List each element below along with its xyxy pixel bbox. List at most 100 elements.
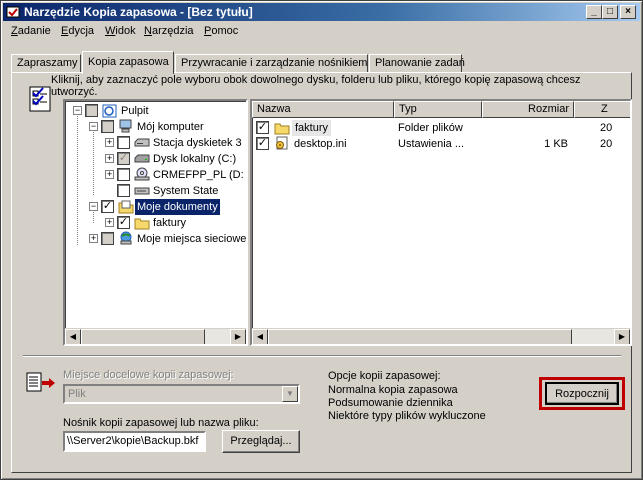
cd-drive-icon xyxy=(134,167,150,181)
menu-pomoc-rest: omoc xyxy=(211,25,239,37)
options-title: Opcje kopii zapasowej: xyxy=(328,370,441,382)
menu-edycja[interactable]: Edycja xyxy=(61,25,94,37)
pulpit-checkbox[interactable] xyxy=(85,104,98,117)
backup-window: Narzędzie Kopia zapasowa - [Bez tytułu] … xyxy=(0,0,643,480)
destination-value: Plik xyxy=(68,388,86,400)
expand-icon[interactable]: + xyxy=(105,138,114,147)
my-documents-checkbox[interactable]: ✓ xyxy=(101,200,114,213)
folder-tree[interactable]: − Pulpit − Mój komputer + Stacja dyskiet… xyxy=(63,99,248,346)
tree-item-pulpit[interactable]: − Pulpit xyxy=(65,103,245,119)
file-name: desktop.ini xyxy=(294,138,347,150)
tree-item-label: Stacja dyskietek 3 xyxy=(153,137,242,149)
floppy-drive-icon xyxy=(134,138,150,147)
file-list[interactable]: Nazwa Typ Rozmiar Z ✓ faktury Folder pli… xyxy=(250,99,632,346)
menu-pomoc[interactable]: Pomoc xyxy=(204,25,238,37)
destination-label: Miejsce docelowe kopii zapasowej: xyxy=(63,369,234,381)
tab-zapraszamy[interactable]: Zapraszamy xyxy=(11,54,81,73)
backup-destination-icon xyxy=(26,372,55,392)
scrollbar-thumb[interactable] xyxy=(268,329,572,344)
tab-kopia-zapasowa[interactable]: Kopia zapasowa xyxy=(82,51,174,74)
tree-item-label: Moje miejsca sieciowe xyxy=(137,233,247,245)
list-horizontal-scrollbar[interactable]: ◀ ▶ xyxy=(252,328,630,344)
menu-zadanie[interactable]: Zadanie xyxy=(11,25,51,37)
option-line: Podsumowanie dziennika xyxy=(328,397,453,409)
tree-item-label: CRMEFPP_PL (D: xyxy=(153,169,244,181)
window-title: Narzędzie Kopia zapasowa - [Bez tytułu] xyxy=(24,5,253,19)
scroll-left-icon[interactable]: ◀ xyxy=(252,329,268,344)
collapse-icon[interactable]: − xyxy=(73,106,82,115)
tree-item-faktury[interactable]: + ✓ faktury xyxy=(65,215,245,231)
floppy-checkbox[interactable] xyxy=(117,136,130,149)
menu-narzedzia[interactable]: Narzędzia xyxy=(144,25,194,37)
tree-horizontal-scrollbar[interactable]: ◀ ▶ xyxy=(65,328,246,344)
expand-icon[interactable]: + xyxy=(89,234,98,243)
minimize-button[interactable]: _ xyxy=(586,5,602,19)
scroll-right-icon[interactable]: ▶ xyxy=(230,329,246,344)
local-disk-checkbox[interactable]: ✓ xyxy=(117,152,130,165)
tree-item-label: Mój komputer xyxy=(137,121,204,133)
tree-item-label-selected: Moje dokumenty xyxy=(134,198,221,216)
tree-item-label: faktury xyxy=(153,217,187,229)
title-bar[interactable]: Narzędzie Kopia zapasowa - [Bez tytułu] … xyxy=(3,3,640,21)
file-checkbox[interactable]: ✓ xyxy=(256,121,269,134)
collapse-icon[interactable]: − xyxy=(89,202,98,211)
tree-item-my-computer[interactable]: − Mój komputer xyxy=(65,119,245,135)
column-header-modified[interactable]: Z xyxy=(574,101,630,118)
tab-przywracanie[interactable]: Przywracanie i zarządzanie nośnikiem xyxy=(175,54,368,73)
file-modified: 20 xyxy=(600,138,613,150)
faktury-checkbox[interactable]: ✓ xyxy=(117,216,130,229)
my-computer-checkbox[interactable] xyxy=(101,120,114,133)
scroll-left-icon[interactable]: ◀ xyxy=(65,329,81,344)
tab-planowanie[interactable]: Planowanie zadań xyxy=(369,54,465,73)
menu-edycja-rest: dycja xyxy=(68,25,95,37)
media-path-input[interactable]: \\Server2\kopie\Backup.bkf xyxy=(63,431,206,452)
menu-narzedzia-rest: arzędzia xyxy=(151,25,194,37)
file-checkbox[interactable]: ✓ xyxy=(256,137,269,150)
file-type: Folder plików xyxy=(398,122,463,134)
computer-icon xyxy=(119,119,132,133)
scrollbar-thumb[interactable] xyxy=(81,329,205,344)
instruction-text: Kliknij, aby zaznaczyć pole wyboru obok … xyxy=(51,74,581,98)
menu-widok[interactable]: Widok xyxy=(105,25,136,37)
chevron-down-icon[interactable]: ▼ xyxy=(282,386,298,402)
ini-file-icon xyxy=(276,136,288,150)
tree-item-local-disk[interactable]: + ✓ Dysk lokalny (C:) xyxy=(65,151,246,167)
tree-item-label: Pulpit xyxy=(121,105,149,117)
tree-item-cd-drive[interactable]: + CRMEFPP_PL (D: xyxy=(65,167,246,183)
hard-drive-icon xyxy=(134,154,150,163)
expand-icon[interactable]: + xyxy=(105,218,114,227)
expand-icon[interactable]: + xyxy=(105,170,114,179)
folder-icon xyxy=(134,218,150,230)
file-row[interactable]: ✓ faktury Folder plików 20 xyxy=(252,120,630,136)
collapse-icon[interactable]: − xyxy=(89,122,98,131)
maximize-button[interactable]: □ xyxy=(602,5,618,19)
menu-zadanie-rest: adanie xyxy=(17,25,51,37)
network-places-icon xyxy=(120,231,132,245)
menu-bar: Zadanie Edycja Widok Narzędzia Pomoc xyxy=(3,22,640,41)
file-row[interactable]: ✓ desktop.ini Ustawienia ... 1 KB 20 xyxy=(252,136,630,152)
scroll-right-icon[interactable]: ▶ xyxy=(614,329,630,344)
system-state-checkbox[interactable] xyxy=(117,184,130,197)
tree-item-floppy[interactable]: + Stacja dyskietek 3 xyxy=(65,135,246,151)
cd-drive-checkbox[interactable] xyxy=(117,168,130,181)
tree-item-label: System State xyxy=(153,185,219,197)
expand-icon[interactable]: + xyxy=(105,154,114,163)
column-header-type[interactable]: Typ xyxy=(394,101,482,118)
start-button[interactable]: Rozpocznij xyxy=(545,382,619,405)
close-button[interactable]: × xyxy=(620,5,636,19)
section-divider xyxy=(23,355,621,357)
media-label: Nośnik kopii zapasowej lub nazwa pliku: xyxy=(63,417,259,429)
browse-button[interactable]: Przeglądaj... xyxy=(222,430,300,453)
file-type: Ustawienia ... xyxy=(398,138,465,150)
tree-item-my-documents[interactable]: − ✓ Moje dokumenty xyxy=(65,198,245,216)
column-header-name[interactable]: Nazwa xyxy=(252,101,394,118)
file-modified: 20 xyxy=(600,122,613,134)
tree-item-network-places[interactable]: + Moje miejsca sieciowe xyxy=(65,231,247,247)
desktop-icon xyxy=(102,104,117,118)
column-header-size[interactable]: Rozmiar xyxy=(482,101,574,118)
tree-item-system-state[interactable]: System State xyxy=(65,183,246,199)
destination-select[interactable]: Plik ▼ xyxy=(63,384,300,404)
system-state-icon xyxy=(134,187,150,195)
network-places-checkbox[interactable] xyxy=(101,232,114,245)
my-documents-icon xyxy=(118,200,134,214)
